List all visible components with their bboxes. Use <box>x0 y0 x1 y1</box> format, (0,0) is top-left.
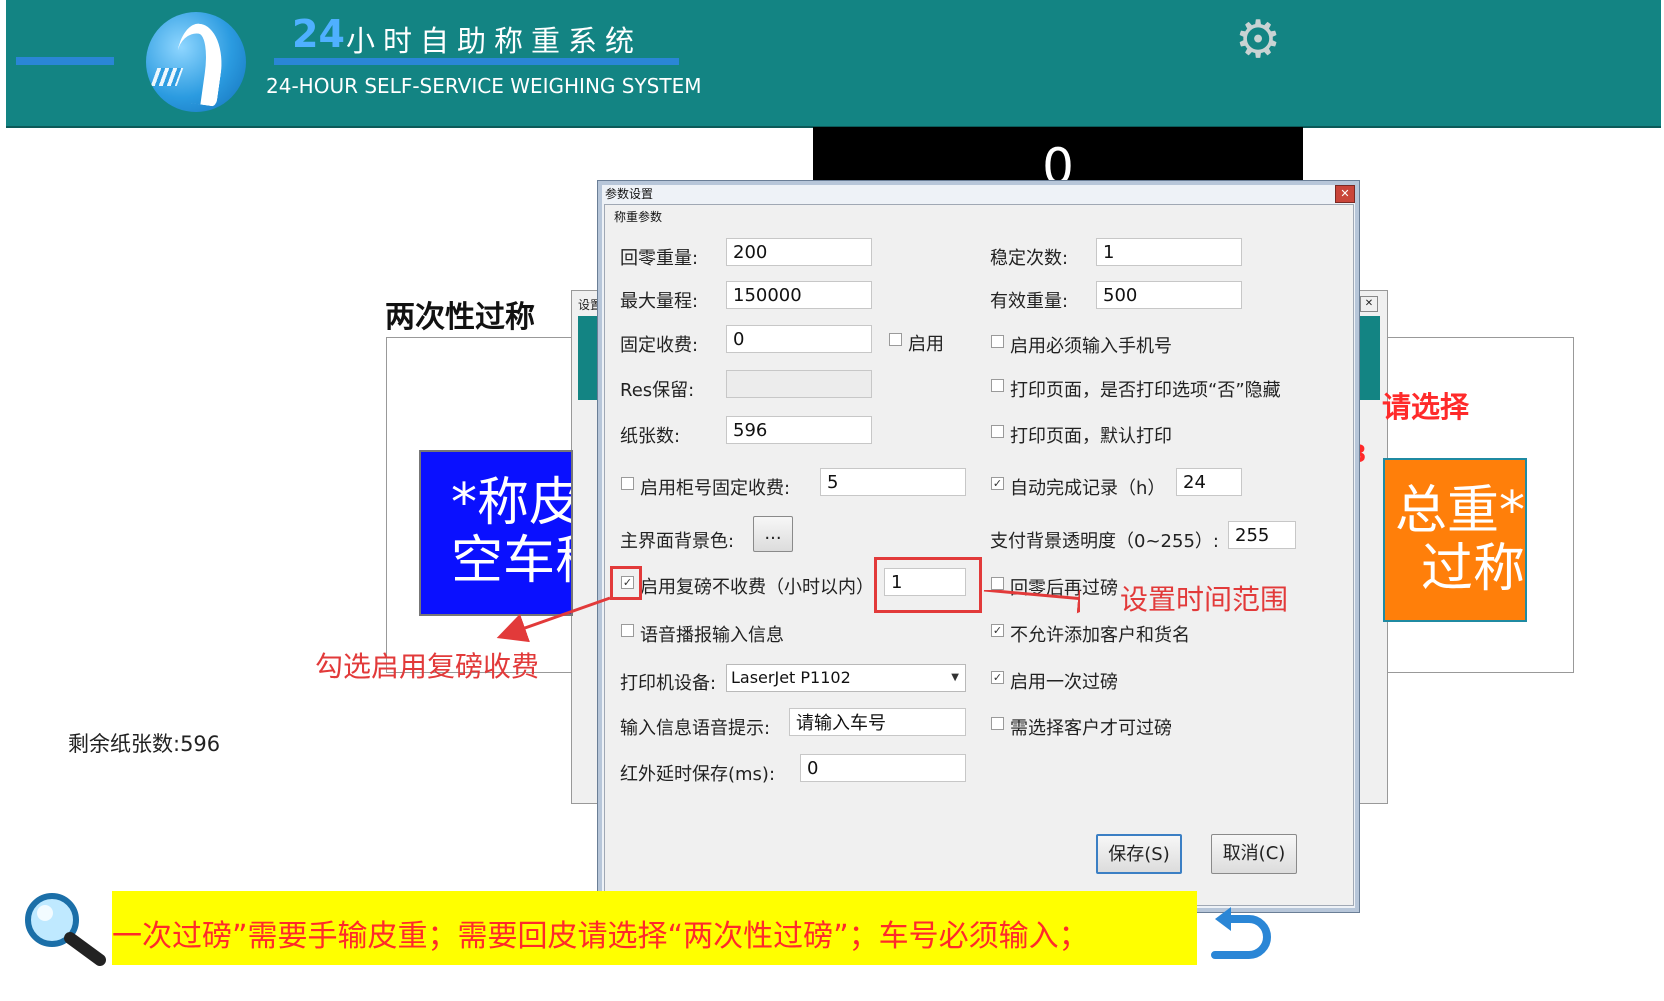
dialog-title: 参数设置 <box>605 187 654 201</box>
printer-select[interactable]: LaserJet P1102 ▼ <box>726 664 966 692</box>
auto-complete-input[interactable] <box>1176 468 1242 496</box>
valid-weight-label: 有效重量: <box>990 291 1069 312</box>
require-customer-checkbox[interactable] <box>991 717 1004 730</box>
app-header <box>6 0 1661 128</box>
gross-weigh-button[interactable]: 总重* 过称 <box>1383 458 1527 622</box>
print-default-label: 打印页面，默认打印 <box>1010 426 1172 447</box>
printer-label: 打印机设备: <box>620 673 717 694</box>
print-default-checkbox[interactable] <box>991 425 1004 438</box>
magnifier-icon <box>25 893 106 966</box>
background-dialog-close-icon[interactable]: ✕ <box>1360 296 1378 312</box>
infrared-delay-label: 红外延时保存(ms): <box>620 764 776 785</box>
voice-prompt-label: 输入信息语音提示: <box>620 718 771 739</box>
fixed-fee-input[interactable] <box>726 325 872 353</box>
require-phone-label: 启用必须输入手机号 <box>1010 336 1172 357</box>
cabinet-fee-label: 启用柜号固定收费: <box>640 478 791 499</box>
max-range-label: 最大量程: <box>620 291 699 312</box>
zero-weight-input[interactable] <box>726 238 872 266</box>
cabinet-fee-input[interactable] <box>820 468 966 496</box>
annotation-arrows <box>496 590 1080 643</box>
single-weigh-checkbox[interactable]: ✓ <box>991 671 1004 684</box>
header-number: 24 <box>292 12 345 56</box>
max-range-input[interactable] <box>726 281 872 309</box>
header-accent-line <box>16 57 114 65</box>
tare-button-line2: 空车称 <box>451 531 571 591</box>
fixed-fee-enable-label: 启用 <box>908 334 944 355</box>
notice-text: 一次过磅”需要手输皮重；需要回皮请选择“两次性过磅”；车号必须输入； <box>112 919 1089 954</box>
section-title: 两次性过称 <box>385 300 535 335</box>
auto-complete-label: 自动完成记录（h） <box>1010 478 1166 499</box>
auto-complete-checkbox[interactable]: ✓ <box>991 477 1004 490</box>
gross-button-line1: 总重* <box>1394 481 1525 541</box>
paper-count-label: 纸张数: <box>620 426 681 447</box>
fixed-fee-enable-checkbox[interactable] <box>889 333 902 346</box>
logo <box>146 12 246 112</box>
zero-weight-label: 回零重量: <box>620 248 699 269</box>
printer-selected-value: LaserJet P1102 <box>731 668 851 687</box>
single-weigh-label: 启用一次过磅 <box>1010 672 1118 693</box>
group-label: 称重参数 <box>614 210 663 224</box>
tare-button-line1: *称皮 <box>451 473 573 533</box>
voice-prompt-input[interactable] <box>789 708 966 736</box>
zero-then-weigh-checkbox[interactable] <box>991 577 1004 590</box>
title-underline <box>274 58 679 65</box>
app-subtitle: 24-HOUR SELF-SERVICE WEIGHING SYSTEM <box>266 74 702 98</box>
gear-icon[interactable]: ⚙ <box>1230 14 1286 66</box>
logo-swoosh <box>170 21 228 107</box>
cancel-button[interactable]: 取消(C) <box>1211 834 1297 874</box>
res-reserve-input[interactable] <box>726 370 872 398</box>
dialog-close-icon[interactable]: ✕ <box>1335 185 1355 203</box>
check-annotation: 勾选启用复磅收费 <box>315 650 540 683</box>
chevron-down-icon: ▼ <box>951 672 959 683</box>
print-hide-checkbox[interactable] <box>991 379 1004 392</box>
pay-opacity-label: 支付背景透明度（0~255）: <box>990 531 1219 552</box>
app-title: 小时自助称重系统 <box>346 24 643 58</box>
res-reserve-label: Res保留: <box>620 380 695 401</box>
bg-color-label: 主界面背景色: <box>620 531 735 552</box>
cabinet-fee-checkbox[interactable] <box>621 477 634 490</box>
choose-hint: 请选择 <box>1382 390 1470 424</box>
require-phone-checkbox[interactable] <box>991 335 1004 348</box>
print-hide-label: 打印页面，是否打印选项“否”隐藏 <box>1010 380 1281 401</box>
range-annotation: 设置时间范围 <box>1120 583 1289 616</box>
gross-button-line2: 过称 <box>1420 539 1525 599</box>
notice-bar: 一次过磅”需要手输皮重；需要回皮请选择“两次性过磅”；车号必须输入； <box>112 891 1197 965</box>
fixed-fee-label: 固定收费: <box>620 335 699 356</box>
dialog-body <box>604 204 1354 906</box>
stable-count-label: 稳定次数: <box>990 248 1069 269</box>
valid-weight-input[interactable] <box>1096 281 1242 309</box>
infrared-delay-input[interactable] <box>800 754 966 782</box>
paper-count-input[interactable] <box>726 416 872 444</box>
save-button[interactable]: 保存(S) <box>1096 834 1182 874</box>
undo-arrow-icon[interactable] <box>1205 905 1289 965</box>
require-customer-label: 需选择客户才可过磅 <box>1010 718 1172 739</box>
pay-opacity-input[interactable] <box>1228 521 1296 549</box>
bg-color-picker-button[interactable]: ... <box>753 516 793 552</box>
remaining-paper-count: 剩余纸张数:596 <box>68 732 221 756</box>
stable-count-input[interactable] <box>1096 238 1242 266</box>
